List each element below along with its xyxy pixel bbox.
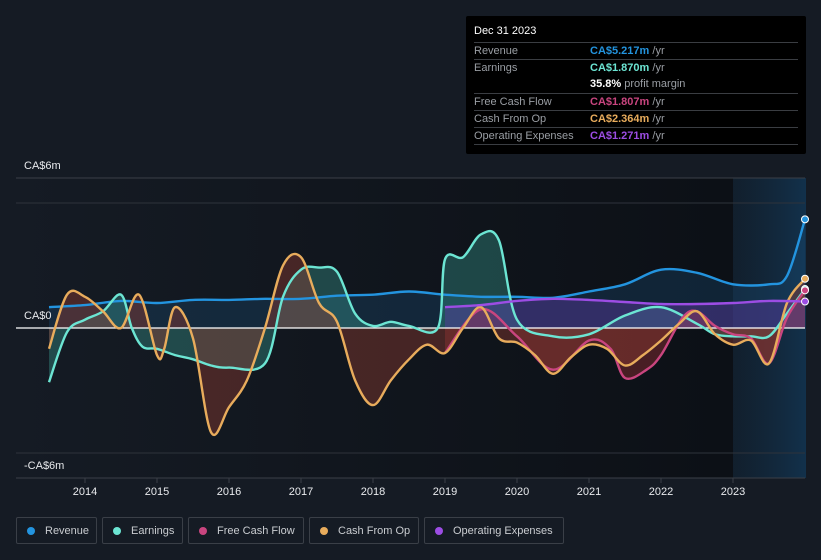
end-marker-revenue <box>801 215 809 224</box>
tooltip-value: CA$2.364m /yr <box>590 113 665 125</box>
tooltip-value: CA$5.217m /yr <box>590 45 665 57</box>
tooltip-row-operating-expenses: Operating Expenses CA$1.271m /yr <box>474 127 798 145</box>
x-tick-label: 2020 <box>505 486 529 498</box>
value-text: CA$2.364m <box>590 113 650 125</box>
tooltip-row-revenue: Revenue CA$5.217m /yr <box>474 42 798 60</box>
value-text: CA$5.217m <box>590 45 650 57</box>
x-tick-label: 2022 <box>649 486 673 498</box>
unit-text: /yr <box>649 130 665 142</box>
legend-label: Operating Expenses <box>453 524 553 537</box>
unit-text: /yr <box>649 113 665 125</box>
y-tick-label-0: CA$0 <box>24 310 52 322</box>
legend-item-operating-expenses[interactable]: Operating Expenses <box>424 517 564 544</box>
x-tick-label: 2017 <box>289 486 313 498</box>
unit-text: /yr <box>649 62 665 74</box>
x-tick-label: 2016 <box>217 486 241 498</box>
tooltip-row-free-cash-flow: Free Cash Flow CA$1.807m /yr <box>474 93 798 111</box>
x-axis-ticks: 2014 2015 2016 2017 2018 2019 2020 2021 2022 2023 <box>73 478 745 498</box>
end-marker-cash-from-op <box>801 274 809 283</box>
tooltip-value: CA$1.870m /yr <box>590 62 665 74</box>
legend-dot-icon <box>27 526 35 535</box>
unit-text: /yr <box>649 96 665 108</box>
x-tick-label: 2021 <box>577 486 601 498</box>
unit-text: profit margin <box>621 78 686 90</box>
tooltip-value: 35.8% profit margin <box>590 78 685 90</box>
tooltip-date: Dec 31 2023 <box>474 25 537 37</box>
legend-item-revenue[interactable]: Revenue <box>16 517 97 544</box>
tooltip-row-earnings: Earnings CA$1.870m /yr <box>474 59 798 77</box>
legend-dot-icon <box>320 526 328 535</box>
legend-item-earnings[interactable]: Earnings <box>102 517 183 544</box>
tooltip: Dec 31 2023 Revenue CA$5.217m /yr Earnin… <box>466 16 806 154</box>
legend-item-free-cash-flow[interactable]: Free Cash Flow <box>188 517 304 544</box>
legend-label: Cash From Op <box>338 524 411 537</box>
unit-text: /yr <box>649 45 665 57</box>
tooltip-row-profit-margin: 35.8% profit margin <box>474 76 798 93</box>
legend-dot-icon <box>199 526 207 535</box>
tooltip-label: Free Cash Flow <box>474 96 552 108</box>
y-tick-label-6m: CA$6m <box>24 160 61 172</box>
tooltip-divider <box>474 144 798 145</box>
legend-label: Free Cash Flow <box>217 524 295 537</box>
legend-label: Revenue <box>45 524 90 537</box>
legend-dot-icon <box>113 526 121 535</box>
value-text: CA$1.807m <box>590 96 650 108</box>
tooltip-label: Revenue <box>474 45 519 57</box>
x-tick-label: 2015 <box>145 486 169 498</box>
end-marker-operating-expenses <box>801 297 809 306</box>
legend-item-cash-from-op[interactable]: Cash From Op <box>309 517 419 544</box>
tooltip-value: CA$1.807m /yr <box>590 96 665 108</box>
legend-dot-icon <box>435 526 443 535</box>
x-tick-label: 2018 <box>361 486 385 498</box>
tooltip-value: CA$1.271m /yr <box>590 130 665 142</box>
legend-label: Earnings <box>131 524 175 537</box>
value-text: 35.8% <box>590 78 622 90</box>
value-text: CA$1.271m <box>590 130 650 142</box>
tooltip-row-cash-from-op: Cash From Op CA$2.364m /yr <box>474 110 798 128</box>
tooltip-label: Earnings <box>474 62 518 74</box>
x-tick-label: 2014 <box>73 486 97 498</box>
tooltip-label: Cash From Op <box>474 113 547 125</box>
end-marker-free-cash-flow <box>801 286 809 295</box>
y-tick-label-neg6m: -CA$6m <box>24 460 65 472</box>
x-tick-label: 2019 <box>433 486 457 498</box>
tooltip-label: Operating Expenses <box>474 130 574 142</box>
value-text: CA$1.870m <box>590 62 650 74</box>
x-tick-label: 2023 <box>721 486 745 498</box>
